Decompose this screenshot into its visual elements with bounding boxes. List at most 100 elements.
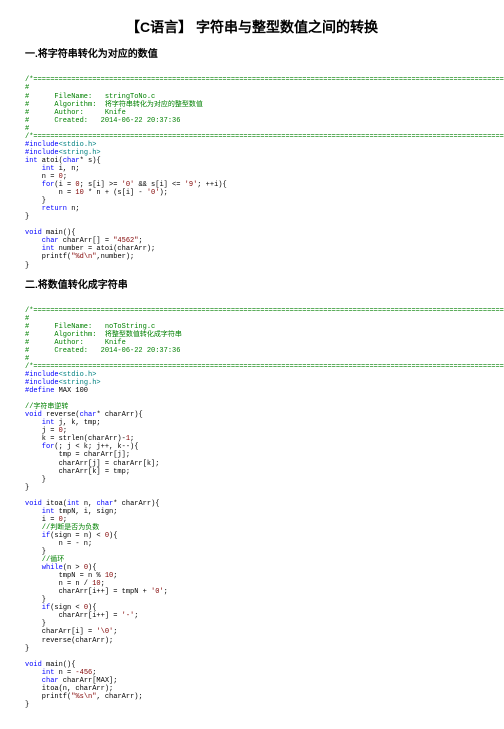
filename-val: noToString.c (105, 323, 155, 331)
stmt: tmpN = n % (25, 572, 105, 580)
created-val: 2014-06-22 20:37:36 (101, 347, 181, 355)
args: ,number); (96, 253, 134, 261)
param: * s){ (80, 157, 101, 165)
fmt: "%s\n" (71, 693, 96, 701)
author-val: Knife (105, 109, 126, 117)
char-lit: '\0' (96, 628, 113, 636)
brace: } (25, 701, 29, 709)
comment: //循环 (25, 556, 64, 564)
filename-val: stringToNo.c (105, 93, 155, 101)
stmt: charArr[k] = tmp; (25, 468, 130, 476)
fn-reverse: reverse( (42, 411, 80, 419)
vars: tmpN, i, sign; (54, 508, 117, 516)
include: #include (25, 379, 59, 387)
brace: } (25, 262, 29, 270)
include-lib: <stdio.h> (59, 141, 97, 149)
fn-atoi: atoi( (38, 157, 63, 165)
brace: } (25, 645, 29, 653)
decl: n = (54, 669, 75, 677)
assign: j = (25, 427, 59, 435)
hdr-border: /*======================================… (25, 363, 504, 371)
kw-int: int (25, 157, 38, 165)
for-cond: ; ++i){ (197, 181, 226, 189)
kw-if: if (25, 604, 50, 612)
semi: ; (113, 572, 117, 580)
str-lit: "4562" (113, 237, 138, 245)
comment: //判断是否为负数 (25, 524, 99, 532)
kw-int: int (25, 245, 54, 253)
cond: (sign = n) < (50, 532, 105, 540)
kw-void: void (25, 661, 42, 669)
for-cond: (; j < k; j++, k--){ (54, 443, 138, 451)
param: n, (80, 500, 97, 508)
body: ); (159, 189, 167, 197)
fn-main: main(){ (42, 661, 76, 669)
kw-char: char (80, 411, 97, 419)
algo-lbl: # Algorithm: (25, 331, 105, 339)
stmt: charArr[j] = charArr[k]; (25, 460, 159, 468)
brace: } (25, 548, 46, 556)
body: * n + (s[i] - (84, 189, 147, 197)
num: 10 (92, 580, 100, 588)
include-lib: <string.h> (59, 149, 101, 157)
stmt: n = n / (25, 580, 92, 588)
vars: i, n; (54, 165, 79, 173)
semi: ; (130, 435, 134, 443)
fmt: "%d\n" (71, 253, 96, 261)
stmt: charArr[i] = (25, 628, 96, 636)
brace: } (25, 476, 46, 484)
stmt: reverse(charArr); (25, 637, 113, 645)
author-lbl: # Author: (25, 339, 105, 347)
kw-char: char (96, 500, 113, 508)
include: #include (25, 149, 59, 157)
section1-heading: 一.将字符串转化为对应的数值 (25, 49, 479, 60)
semi: ; (113, 628, 117, 636)
filename-lbl: # FileName: (25, 323, 105, 331)
kw-return: return (25, 205, 67, 213)
filename-lbl: # FileName: (25, 93, 105, 101)
section2-heading: 二.将数值转化成字符串 (25, 280, 479, 291)
semi: ; (92, 669, 96, 677)
cond: ){ (88, 604, 96, 612)
cond: ){ (109, 532, 117, 540)
semi: ; (63, 427, 67, 435)
define: #define (25, 387, 54, 395)
for-cond: ; s[i] >= (80, 181, 122, 189)
kw-int: int (25, 508, 54, 516)
kw-for: for (25, 181, 54, 189)
hash: # (25, 84, 29, 92)
created-lbl: # Created: (25, 117, 101, 125)
num: 10 (75, 189, 83, 197)
kw-int: int (67, 500, 80, 508)
kw-for: for (25, 443, 54, 451)
num: 10 (105, 572, 113, 580)
hdr-border: /*======================================… (25, 307, 504, 315)
algo-lbl: # Algorithm: (25, 101, 105, 109)
kw-if: if (25, 532, 50, 540)
include: #include (25, 371, 59, 379)
semi: ; (101, 580, 105, 588)
char-lit: '9' (185, 181, 198, 189)
code-block-1: /*======================================… (25, 68, 479, 269)
kw-char: char (25, 237, 59, 245)
hash: # (25, 125, 29, 133)
brace: } (25, 197, 46, 205)
cond: (n > (63, 564, 84, 572)
author-lbl: # Author: (25, 109, 105, 117)
char-lit: '0' (151, 588, 164, 596)
page-title: 【C语言】 字符串与整型数值之间的转换 (25, 20, 479, 35)
semi: ; (63, 516, 67, 524)
kw-int: int (25, 419, 54, 427)
vars: j, k, tmp; (54, 419, 100, 427)
printf: printf( (25, 693, 71, 701)
algo-val: 将字符串转化为对应的整型数值 (105, 101, 203, 109)
ret-val: n; (67, 205, 80, 213)
args: , charArr); (96, 693, 142, 701)
include-lib: <stdio.h> (59, 371, 97, 379)
hdr-border: /*======================================… (25, 133, 504, 141)
assign: i = (25, 516, 59, 524)
kw-char: char (25, 677, 59, 685)
char-lit: '0' (147, 189, 160, 197)
brace: } (25, 620, 46, 628)
stmt: charArr[i++] = tmpN + (25, 588, 151, 596)
